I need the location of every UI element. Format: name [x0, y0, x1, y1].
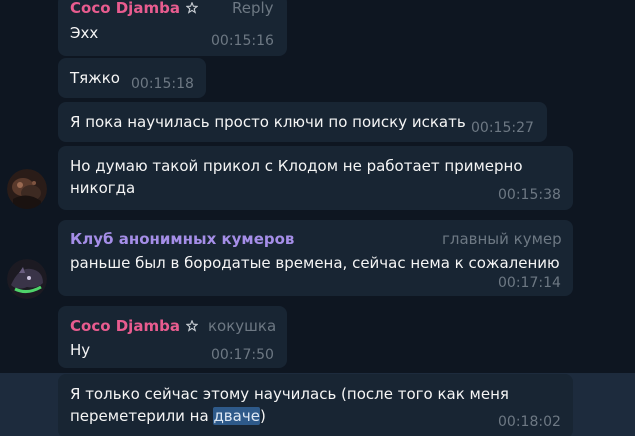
message-bubble[interactable]: Клуб анонимных кумеров главный кумер ран… [58, 220, 573, 296]
message-time: 00:15:18 [131, 76, 194, 92]
star-icon [185, 320, 198, 332]
message-text: Тяжко [70, 69, 120, 87]
message-time: 00:18:02 [498, 414, 561, 430]
text-segment: переметерили на [70, 407, 214, 425]
search-highlight[interactable]: дваче [213, 407, 260, 425]
message-bubble[interactable]: Тяжко 00:15:18 [58, 58, 206, 98]
message-text: Ну [70, 341, 91, 359]
message-text-line: Но думаю такой прикол с Клодом не работа… [70, 157, 523, 175]
message-text: Я пока научилась просто ключи по поиску … [70, 113, 466, 131]
message-time: 00:15:27 [471, 120, 534, 136]
message-text-line: никогда [70, 179, 136, 197]
message-text-line: Я только сейчас этому научилась (после т… [70, 385, 509, 403]
message-bubble[interactable]: Я только сейчас этому научилась (после т… [58, 374, 573, 436]
member-rank: кокушка [208, 317, 277, 335]
reply-label[interactable]: Reply [232, 0, 274, 18]
chat-history: Coco Djamba Reply Эхх 00:15:16 Тяжко 00:… [0, 0, 635, 436]
message-bubble[interactable]: Но думаю такой прикол с Клодом не работа… [58, 146, 573, 210]
avatar-image [7, 259, 47, 299]
message-time: 00:17:50 [211, 347, 274, 363]
sender-name[interactable]: Coco Djamba [70, 0, 180, 17]
message-text: раньше был в бородатые времена, сейчас н… [70, 254, 560, 272]
user-avatar[interactable] [7, 259, 47, 299]
member-rank: главный кумер [442, 230, 562, 248]
sender-name[interactable]: Клуб анонимных кумеров [70, 229, 294, 249]
message-time: 00:17:14 [498, 275, 561, 291]
user-avatar[interactable] [7, 169, 47, 209]
message-time: 00:15:38 [498, 187, 561, 203]
message-bubble[interactable]: Я пока научилась просто ключи по поиску … [58, 102, 547, 142]
text-segment: ) [259, 407, 266, 425]
message-text-line: переметерили на дваче) [70, 405, 266, 427]
sender-name[interactable]: Coco Djamba [70, 317, 180, 335]
message-text: Эхх [70, 24, 99, 42]
message-bubble[interactable]: Coco Djamba Reply Эхх 00:15:16 [58, 0, 287, 56]
star-icon [185, 2, 198, 14]
message-bubble[interactable]: Coco Djamba кокушка Ну 00:17:50 [58, 306, 287, 368]
message-time: 00:15:16 [211, 33, 274, 49]
avatar-image [7, 169, 47, 209]
